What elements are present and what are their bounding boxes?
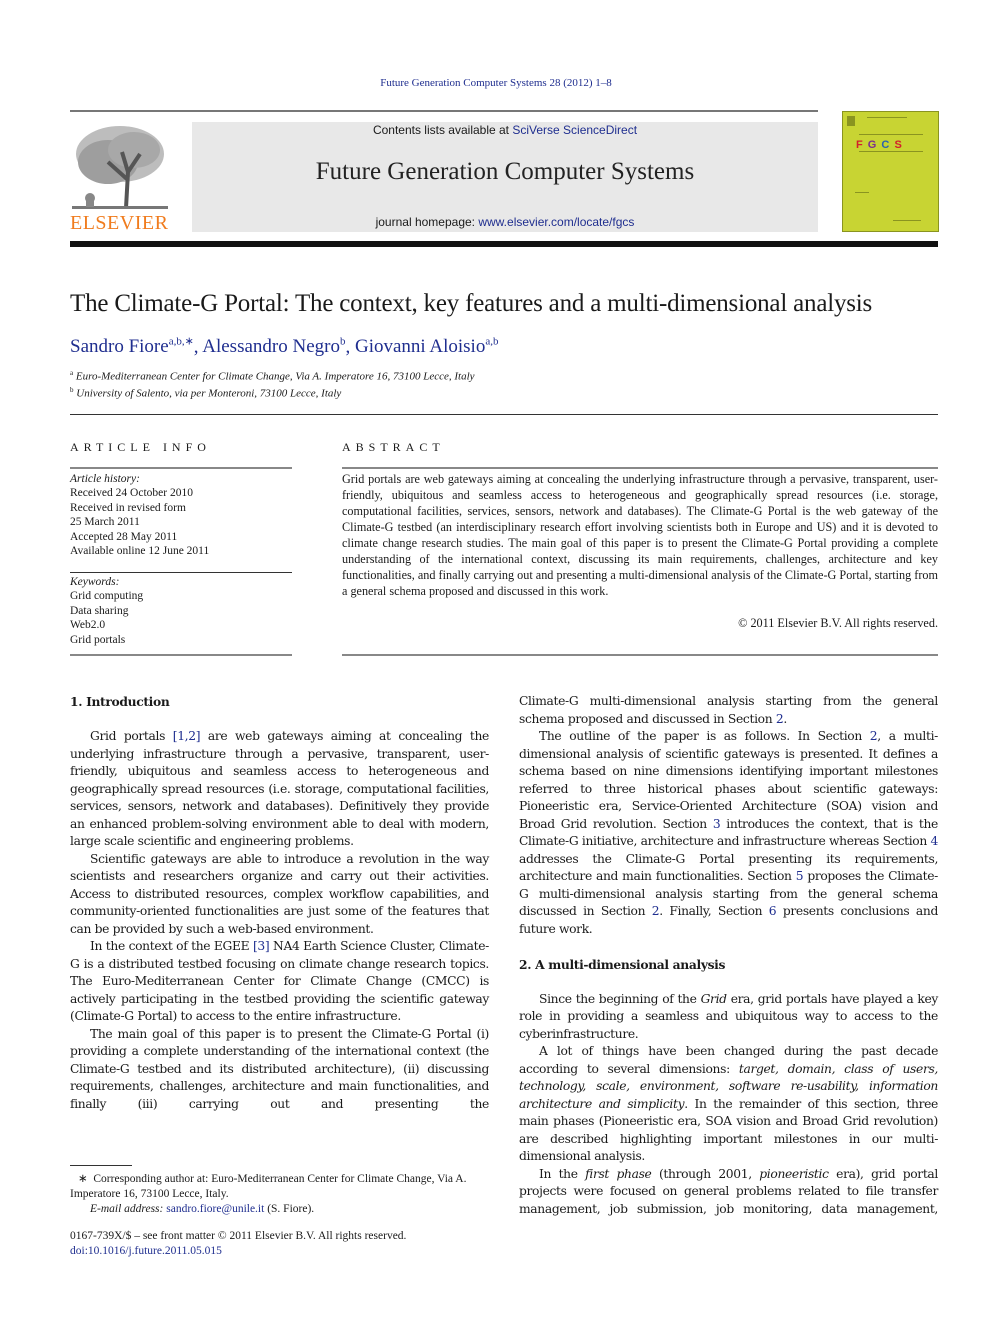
- keyword: Data sharing: [70, 604, 129, 617]
- author-name[interactable]: Alessandro Negrob: [202, 336, 345, 357]
- article-info-rule: [70, 572, 292, 573]
- footnote: ∗ Corresponding author at: Euro-Mediterr…: [70, 1173, 467, 1215]
- cover-rule: [859, 134, 923, 135]
- abstract-rule: [342, 467, 938, 469]
- paragraph: Scientific gateways are able to introduc…: [70, 851, 489, 936]
- masthead-rule: [70, 110, 818, 112]
- journal-citation-link[interactable]: Future Generation Computer Systems 28 (2…: [380, 77, 612, 89]
- paragraph: In the first phase (through 2001, pionee…: [519, 1166, 938, 1216]
- sciencedirect-link[interactable]: SciVerse ScienceDirect: [512, 123, 637, 137]
- abstract-heading: ABSTRACT: [342, 440, 445, 454]
- section-divider: [70, 414, 938, 415]
- article-info-rule: [70, 654, 292, 656]
- section-heading: 1. Introduction: [70, 694, 170, 709]
- section-heading: 2. A multi-dimensional analysis: [519, 956, 726, 972]
- cover-title: F G C S: [856, 139, 903, 151]
- paragraph: A lot of things have been changed during…: [519, 1044, 938, 1163]
- author-list: Sandro Fiorea,b,∗, Alessandro Negrob, Gi…: [70, 336, 499, 358]
- author-name[interactable]: Giovanni Aloisioa,b: [355, 336, 499, 357]
- keyword: Grid computing: [70, 590, 144, 603]
- paragraph: The main goal of this paper is to presen…: [70, 1026, 489, 1111]
- cover-letter: S: [894, 139, 903, 151]
- journal-cover-thumbnail: [842, 111, 939, 232]
- footnote-rule: [70, 1165, 132, 1166]
- paragraph: The outline of the paper is as follows. …: [519, 729, 939, 936]
- abstract-rule: [342, 654, 938, 656]
- cover-logo-icon: [847, 116, 855, 126]
- front-matter: 0167-739X/$ – see front matter © 2011 El…: [70, 1230, 407, 1257]
- paragraph: In the context of the EGEE [3] NA4 Earth…: [70, 939, 489, 1023]
- keyword: Grid portals: [70, 633, 126, 646]
- paragraph: Grid portals [1,2] are web gateways aimi…: [70, 729, 489, 848]
- abstract-text: Grid portals are web gateways aiming at …: [342, 472, 938, 598]
- cover-rule: [855, 192, 869, 193]
- journal-homepage: journal homepage: www.elsevier.com/locat…: [375, 215, 635, 229]
- author-name[interactable]: Sandro Fiorea,b,∗: [70, 336, 194, 357]
- affiliation: a Euro-Mediterranean Center for Climate …: [70, 369, 475, 383]
- contents-availability: Contents lists available at SciVerse Sci…: [372, 123, 638, 137]
- body-column-left: 1. Introduction Grid portals [1,2] are w…: [70, 693, 489, 1113]
- citation-link[interactable]: [1,2]: [173, 729, 201, 743]
- section-link[interactable]: 4: [931, 834, 939, 848]
- citation-link[interactable]: [3]: [253, 939, 270, 953]
- article-info-heading: ARTICLE INFO: [70, 440, 211, 454]
- cover-rule: [867, 117, 907, 118]
- cover-letter: C: [881, 139, 891, 151]
- article-info-rule: [70, 467, 292, 469]
- publisher-name: ELSEVIER: [70, 212, 169, 234]
- affiliation: b University of Salento, via per Montero…: [70, 386, 342, 400]
- journal-title: Future Generation Computer Systems: [315, 158, 695, 185]
- cover-rule: [893, 220, 921, 221]
- copyright-notice: © 2011 Elsevier B.V. All rights reserved…: [738, 616, 938, 630]
- paragraph: Since the beginning of the Grid era, gri…: [519, 991, 938, 1041]
- running-head: Future Generation Computer Systems 28 (2…: [0, 77, 992, 89]
- article-history: Article history: Received 24 October 201…: [70, 473, 210, 558]
- cover-letter: F: [856, 139, 864, 151]
- paragraph: Climate-G multi-dimensional analysis sta…: [519, 694, 938, 726]
- cover-rule: [859, 151, 923, 152]
- keyword: Web2.0: [70, 619, 106, 632]
- masthead-thick-rule: [70, 241, 938, 247]
- cover-letter: G: [867, 139, 878, 151]
- article-title: The Climate-G Portal: The context, key f…: [70, 290, 873, 317]
- body-column-right: Climate-G multi-dimensional analysis sta…: [519, 693, 938, 1218]
- doi-link[interactable]: doi:10.1016/j.future.2011.05.015: [70, 1245, 222, 1257]
- keywords: Keywords: Grid computing Data sharing We…: [70, 576, 144, 646]
- journal-homepage-link[interactable]: www.elsevier.com/locate/fgcs: [478, 215, 634, 229]
- email-link[interactable]: sandro.fiore@unile.it: [166, 1203, 264, 1215]
